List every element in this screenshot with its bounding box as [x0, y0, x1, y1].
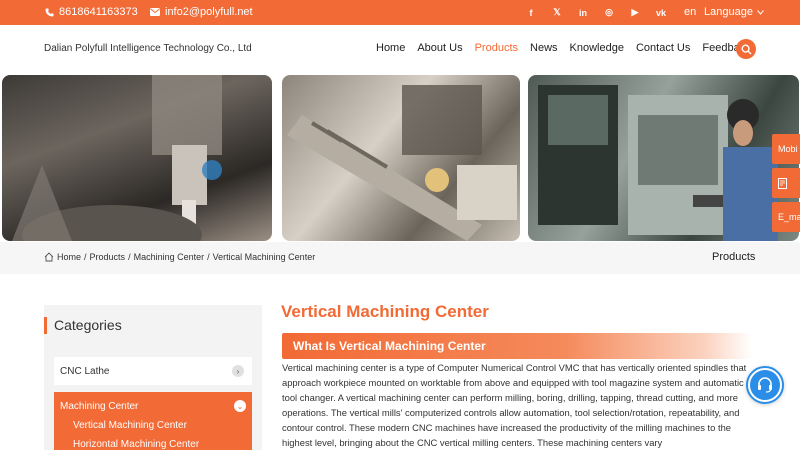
language-selector[interactable]: Language — [704, 6, 764, 18]
top-contact-bar: 8618641163373 info2@polyfull.net f 𝕏 in … — [0, 0, 800, 25]
breadcrumb-separator: / — [128, 252, 131, 262]
linkedin-icon[interactable]: in — [570, 5, 596, 20]
phone-number: 8618641163373 — [59, 6, 138, 18]
headset-icon — [750, 370, 780, 400]
live-chat-button[interactable] — [746, 366, 784, 404]
vk-icon[interactable]: vk — [648, 5, 674, 20]
nav-products[interactable]: Products — [475, 42, 518, 54]
search-icon — [740, 43, 752, 55]
phone-contact[interactable]: 8618641163373 — [45, 6, 138, 18]
banner-image-operator-machine — [528, 75, 799, 241]
mail-icon — [150, 8, 160, 16]
chevron-down-icon[interactable]: ⌄ — [234, 400, 246, 412]
document-icon — [778, 177, 787, 189]
nav-home[interactable]: Home — [376, 42, 405, 54]
language-code[interactable]: en — [684, 6, 696, 18]
description-paragraph: Vertical machining center is a type of C… — [282, 362, 747, 448]
nav-knowledge[interactable]: Knowledge — [570, 42, 624, 54]
subcategory-horizontal-machining-center[interactable]: Horizontal Machining Center — [73, 439, 199, 450]
phone-icon — [45, 7, 54, 17]
category-label: Machining Center — [60, 401, 139, 412]
section-heading: What Is Vertical Machining Center — [293, 339, 486, 353]
mobile-tab[interactable]: Mobi — [772, 134, 800, 164]
company-name[interactable]: Dalian Polyfull Intelligence Technology … — [44, 43, 252, 54]
youtube-icon[interactable]: ▶ — [622, 5, 648, 20]
categories-heading: Categories — [44, 317, 122, 334]
x-icon[interactable]: 𝕏 — [544, 5, 570, 20]
floating-contact-tabs: Mobi E_mai — [772, 134, 800, 236]
search-button[interactable] — [736, 39, 756, 59]
section-heading-bar: What Is Vertical Machining Center — [282, 333, 752, 359]
home-icon — [44, 252, 54, 262]
category-cnc-lathe[interactable]: CNC Lathe › — [54, 357, 252, 385]
chevron-down-icon — [757, 9, 764, 15]
chevron-right-icon[interactable]: › — [232, 365, 244, 377]
breadcrumb-separator: / — [207, 252, 210, 262]
instagram-icon[interactable]: ◎ — [596, 5, 622, 20]
nav-contact-us[interactable]: Contact Us — [636, 42, 690, 54]
nav-news[interactable]: News — [530, 42, 558, 54]
section-title: Products — [712, 251, 756, 263]
social-links: f 𝕏 in ◎ ▶ vk — [518, 5, 674, 20]
email-tab[interactable]: E_mai — [772, 202, 800, 232]
page-title: Vertical Machining Center — [281, 302, 489, 321]
breadcrumb: Home / Products / Machining Center / Ver… — [44, 252, 315, 262]
email-contact[interactable]: info2@polyfull.net — [150, 6, 253, 18]
breadcrumb-machining-center[interactable]: Machining Center — [134, 252, 205, 262]
site-header: Dalian Polyfull Intelligence Technology … — [0, 25, 800, 75]
category-label: CNC Lathe — [60, 365, 110, 377]
banner-image-machining-spindle — [2, 75, 272, 241]
language-label: Language — [704, 6, 753, 18]
email-address: info2@polyfull.net — [165, 6, 253, 18]
main-nav: Home About Us Products News Knowledge Co… — [376, 42, 751, 54]
breadcrumb-current[interactable]: Vertical Machining Center — [213, 252, 316, 262]
banner-image-lathe-cutting — [282, 75, 520, 241]
banner — [0, 75, 800, 241]
breadcrumb-products[interactable]: Products — [90, 252, 126, 262]
categories-sidebar: Categories CNC Lathe › Machining Center … — [44, 305, 262, 450]
breadcrumb-home[interactable]: Home — [57, 252, 81, 262]
messenger-tab[interactable] — [772, 168, 800, 198]
facebook-icon[interactable]: f — [518, 5, 544, 20]
breadcrumb-separator: / — [84, 252, 87, 262]
subcategory-vertical-machining-center[interactable]: Vertical Machining Center — [73, 420, 187, 431]
category-machining-center[interactable]: Machining Center ⌄ Vertical Machining Ce… — [54, 392, 252, 450]
nav-about-us[interactable]: About Us — [417, 42, 462, 54]
breadcrumb-bar: Home / Products / Machining Center / Ver… — [0, 242, 800, 274]
